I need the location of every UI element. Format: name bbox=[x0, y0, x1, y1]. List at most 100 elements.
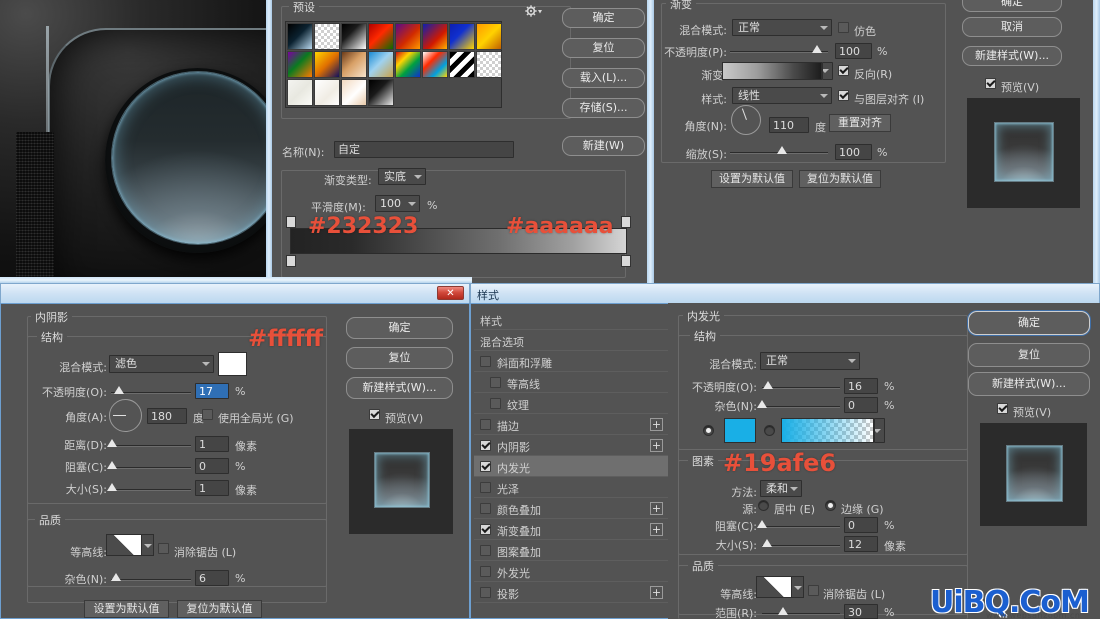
styles-item-checkbox[interactable] bbox=[480, 356, 491, 367]
close-icon[interactable]: ✕ bbox=[437, 286, 464, 300]
gradient-ok-button[interactable]: 确定 bbox=[562, 8, 645, 28]
is-choke-input[interactable]: 0 bbox=[195, 458, 229, 474]
ig-source-edge-radio[interactable] bbox=[825, 500, 836, 511]
styles-item-checkbox[interactable] bbox=[480, 482, 491, 493]
go-blend-mode-select[interactable]: 正常 bbox=[732, 19, 832, 36]
is-noise-input[interactable]: 6 bbox=[195, 570, 229, 586]
gradient-preset-swatch[interactable] bbox=[449, 23, 475, 50]
ig-preview-checkbox[interactable] bbox=[997, 403, 1008, 414]
gradient-preset-swatch[interactable] bbox=[476, 51, 502, 78]
gradient-preset-swatch[interactable] bbox=[395, 51, 421, 78]
gradient-preset-swatch[interactable] bbox=[287, 51, 313, 78]
gradient-load-button[interactable]: 载入(L)... bbox=[562, 68, 645, 88]
ig-size-slider[interactable] bbox=[762, 545, 840, 547]
go-opacity-input[interactable]: 100 bbox=[835, 43, 872, 59]
gradient-preset-swatch[interactable] bbox=[395, 23, 421, 50]
styles-item-checkbox[interactable] bbox=[480, 440, 491, 451]
ig-technique-select[interactable]: 柔和 bbox=[760, 480, 802, 497]
go-ok-button[interactable]: 确定 bbox=[962, 0, 1062, 12]
ig-noise-slider[interactable] bbox=[762, 406, 840, 408]
gradient-save-button[interactable]: 存储(S)... bbox=[562, 98, 645, 118]
add-effect-icon[interactable]: + bbox=[650, 586, 663, 599]
gradient-preset-swatch[interactable] bbox=[368, 51, 394, 78]
go-style-select[interactable]: 线性 bbox=[732, 87, 832, 104]
ig-opacity-input[interactable]: 16 bbox=[844, 378, 878, 394]
styles-item-checkbox[interactable] bbox=[480, 524, 491, 535]
ig-glow-color-swatch[interactable] bbox=[724, 418, 756, 443]
add-effect-icon[interactable]: + bbox=[650, 418, 663, 431]
styles-titlebar[interactable]: 样式 ✕ bbox=[470, 283, 1100, 303]
ig-color-radio[interactable] bbox=[703, 425, 714, 436]
is-angle-input[interactable]: 180 bbox=[147, 408, 187, 424]
styles-list-header[interactable]: 混合选项 bbox=[474, 330, 671, 351]
is-size-slider[interactable] bbox=[111, 489, 191, 491]
is-size-slider-thumb[interactable] bbox=[107, 483, 117, 491]
is-contour-dropdown[interactable] bbox=[142, 534, 154, 556]
go-angle-dial[interactable] bbox=[731, 105, 761, 135]
smoothness-select[interactable]: 100 bbox=[375, 195, 420, 212]
is-contour-swatch[interactable] bbox=[106, 534, 142, 556]
list-item[interactable]: 等高线 bbox=[474, 372, 671, 393]
styles-list[interactable]: 样式 混合选项 斜面和浮雕 等高线 纹理 描边 + 内阴影 + 内发光 光泽 颜色叠加 + 渐变叠加 + 图案… bbox=[474, 309, 671, 617]
styles-item-checkbox[interactable] bbox=[480, 545, 491, 556]
list-item[interactable]: 投影 + bbox=[474, 582, 671, 603]
styles-item-checkbox[interactable] bbox=[490, 377, 501, 388]
ig-range-slider[interactable] bbox=[762, 613, 840, 615]
list-item[interactable]: 内发光 bbox=[474, 456, 671, 477]
gradient-preset-swatch[interactable] bbox=[314, 51, 340, 78]
go-scale-input[interactable]: 100 bbox=[835, 144, 872, 160]
add-effect-icon[interactable]: + bbox=[650, 523, 663, 536]
gradient-type-select[interactable]: 实底 bbox=[378, 168, 426, 185]
gradient-preset-swatch[interactable] bbox=[476, 23, 502, 50]
styles-item-checkbox[interactable] bbox=[480, 566, 491, 577]
gradient-stop-opacity-right[interactable] bbox=[621, 216, 631, 228]
gradient-preset-swatch[interactable] bbox=[422, 23, 448, 50]
is-noise-slider[interactable] bbox=[111, 579, 191, 581]
gradient-reset-button[interactable]: 复位 bbox=[562, 38, 645, 58]
gradient-stop-color-right[interactable] bbox=[621, 255, 631, 267]
list-item[interactable]: 光泽 bbox=[474, 477, 671, 498]
gradient-preset-swatch[interactable] bbox=[341, 51, 367, 78]
gradient-stop-color-left[interactable] bbox=[286, 255, 296, 267]
gradient-preset-swatch[interactable] bbox=[422, 51, 448, 78]
go-set-default-button[interactable]: 设置为默认值 bbox=[711, 170, 793, 188]
ig-source-center-radio[interactable] bbox=[758, 500, 769, 511]
ig-new-style-button[interactable]: 新建样式(W)... bbox=[968, 372, 1090, 396]
ig-range-slider-thumb[interactable] bbox=[778, 607, 788, 615]
go-reverse-checkbox[interactable] bbox=[838, 65, 849, 76]
gradient-preset-swatch[interactable] bbox=[368, 23, 394, 50]
gradient-stop-opacity-left[interactable] bbox=[286, 216, 296, 228]
is-distance-slider-thumb[interactable] bbox=[107, 439, 117, 447]
ig-noise-slider-thumb[interactable] bbox=[757, 400, 767, 408]
add-effect-icon[interactable]: + bbox=[650, 439, 663, 452]
is-choke-slider-thumb[interactable] bbox=[107, 461, 117, 469]
go-preview-checkbox[interactable] bbox=[985, 78, 996, 89]
list-item[interactable]: 颜色叠加 + bbox=[474, 498, 671, 519]
go-gradient-dropdown[interactable] bbox=[822, 62, 833, 80]
inner-shadow-titlebar[interactable]: ✕ bbox=[0, 283, 470, 303]
gradient-preset-swatch[interactable] bbox=[449, 51, 475, 78]
list-item[interactable]: 斜面和浮雕 bbox=[474, 351, 671, 372]
styles-list-header[interactable]: 样式 bbox=[474, 309, 671, 330]
is-opacity-slider-thumb[interactable] bbox=[114, 386, 124, 394]
gradient-preset-swatch[interactable] bbox=[368, 79, 394, 106]
styles-item-checkbox[interactable] bbox=[480, 503, 491, 514]
list-item[interactable]: 纹理 bbox=[474, 393, 671, 414]
is-color-swatch[interactable] bbox=[218, 352, 247, 376]
go-gradient-preview[interactable] bbox=[722, 62, 822, 80]
ig-size-slider-thumb[interactable] bbox=[762, 539, 772, 547]
is-distance-input[interactable]: 1 bbox=[195, 436, 229, 452]
is-preview-checkbox[interactable] bbox=[369, 409, 380, 420]
go-opacity-slider-thumb[interactable] bbox=[812, 45, 822, 53]
gradient-name-input[interactable]: 自定 bbox=[334, 141, 514, 158]
is-opacity-input[interactable]: 17 bbox=[195, 383, 229, 399]
gradient-preset-swatch[interactable] bbox=[314, 79, 340, 106]
is-ok-button[interactable]: 确定 bbox=[346, 317, 453, 339]
ig-choke-slider[interactable] bbox=[762, 526, 840, 528]
ig-glow-gradient-dropdown[interactable] bbox=[874, 418, 885, 443]
list-item[interactable]: 描边 + bbox=[474, 414, 671, 435]
ig-size-input[interactable]: 12 bbox=[844, 536, 878, 552]
go-angle-input[interactable]: 110 bbox=[769, 117, 809, 133]
ig-choke-input[interactable]: 0 bbox=[844, 517, 878, 533]
gear-icon[interactable] bbox=[524, 4, 542, 18]
